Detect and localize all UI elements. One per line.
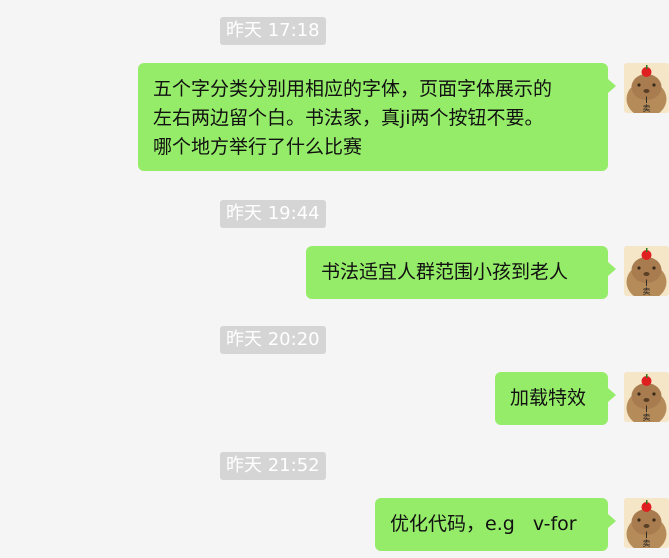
message-timestamp: 昨天 17:18	[220, 17, 326, 45]
chat-window: 昨天 17:18 五个字分类分别用相应的字体，页面字体展示的 左右两边留个白。书…	[0, 0, 669, 558]
user-avatar[interactable]: I 卖	[624, 372, 669, 422]
message-timestamp: 昨天 21:52	[220, 452, 326, 480]
capybara-avatar-icon: I 卖	[624, 498, 669, 548]
user-avatar[interactable]: I 卖	[624, 63, 669, 113]
message-bubble[interactable]: 加载特效	[495, 372, 616, 425]
svg-text:卖: 卖	[643, 287, 651, 296]
capybara-avatar-icon: I 卖	[624, 246, 669, 296]
message-bubble[interactable]: 书法适宜人群范围小孩到老人	[306, 246, 616, 299]
user-avatar[interactable]: I 卖	[624, 498, 669, 548]
svg-text:卖: 卖	[643, 413, 651, 422]
capybara-avatar-icon: I 卖	[624, 372, 669, 422]
message-timestamp: 昨天 19:44	[220, 200, 326, 228]
message-bubble[interactable]: 优化代码，e.g v-for	[375, 498, 616, 551]
svg-text:卖: 卖	[643, 539, 651, 548]
message-bubble[interactable]: 五个字分类分别用相应的字体，页面字体展示的 左右两边留个白。书法家，真ji两个按…	[138, 63, 616, 171]
user-avatar[interactable]: I 卖	[624, 246, 669, 296]
svg-text:卖: 卖	[643, 104, 651, 113]
message-timestamp: 昨天 20:20	[220, 326, 326, 354]
capybara-avatar-icon: I 卖	[624, 63, 669, 113]
